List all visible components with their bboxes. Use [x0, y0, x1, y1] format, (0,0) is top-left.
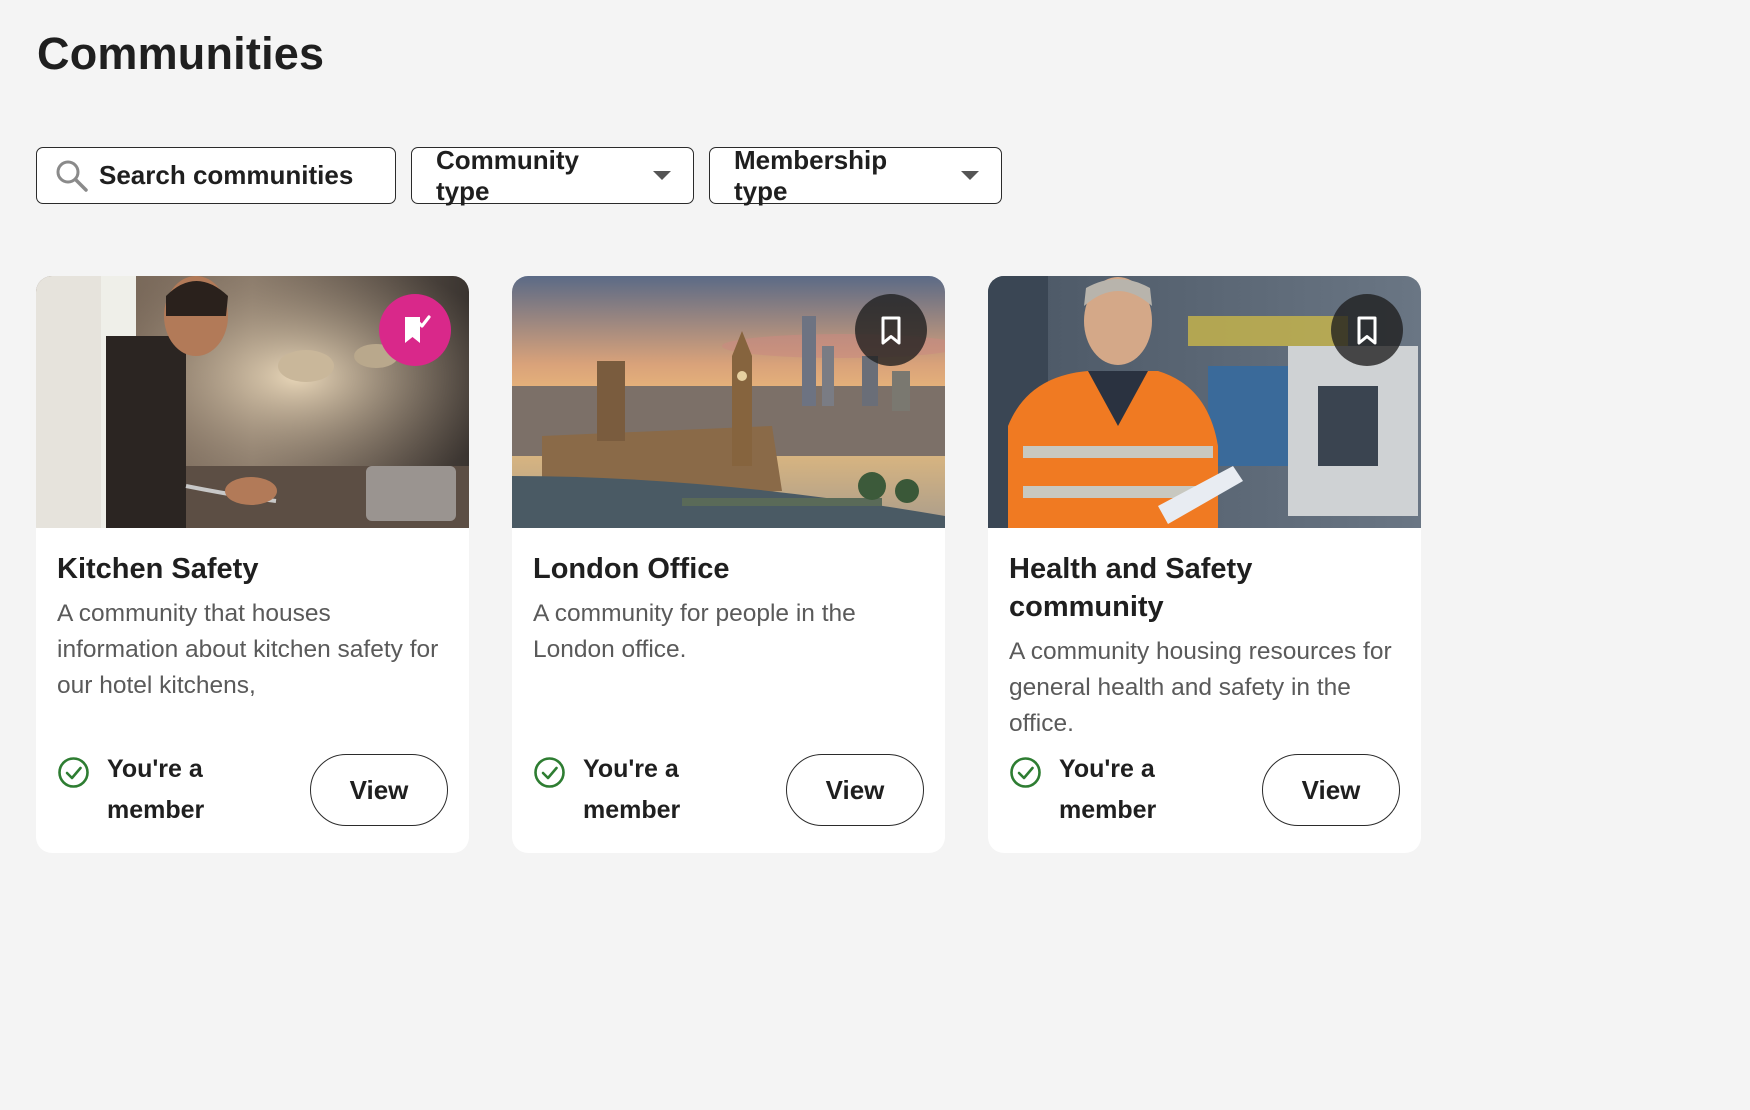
community-image [988, 276, 1421, 528]
view-button[interactable]: View [310, 754, 448, 826]
chevron-down-icon [653, 171, 671, 180]
bookmark-button[interactable] [1331, 294, 1403, 366]
community-card-list: Kitchen Safety A community that houses i… [36, 276, 1421, 853]
community-image [512, 276, 945, 528]
card-description: A community that houses information abou… [57, 600, 439, 699]
membership-type-label: Membership type [734, 144, 888, 206]
membership-status: You're a member [57, 754, 217, 831]
membership-label: You're a member [1059, 755, 1157, 824]
bookmark-button[interactable] [379, 294, 451, 366]
check-circle-icon [1010, 757, 1041, 788]
view-button[interactable]: View [786, 754, 924, 826]
membership-status: You're a member [1009, 754, 1169, 831]
card-title: Kitchen Safety [57, 553, 259, 585]
community-type-dropdown[interactable]: Community type [411, 144, 694, 206]
community-card: Kitchen Safety A community that houses i… [36, 276, 469, 853]
membership-status: You're a member [533, 754, 693, 831]
search-placeholder: Search communities [99, 160, 354, 190]
filter-bar: Search communities Community type Member… [36, 144, 1002, 206]
membership-label: You're a member [583, 755, 681, 824]
bookmark-check-icon [405, 315, 431, 343]
search-input[interactable]: Search communities [36, 147, 396, 204]
page-title: Communities [37, 28, 325, 79]
card-description: A community for people in the London off… [533, 600, 856, 663]
membership-label: You're a member [107, 755, 205, 824]
card-title: London Office [533, 553, 730, 585]
check-circle-icon [534, 757, 565, 788]
card-description: A community housing resources for genera… [1009, 638, 1392, 737]
communities-page: Communities Search communities Community… [0, 0, 1750, 1110]
check-circle-icon [58, 757, 89, 788]
view-button[interactable]: View [1262, 754, 1400, 826]
bookmark-icon [1357, 316, 1377, 345]
community-image [36, 276, 469, 528]
membership-type-dropdown[interactable]: Membership type [709, 144, 1002, 206]
community-card: London Office A community for people in … [512, 276, 945, 853]
bookmark-button[interactable] [855, 294, 927, 366]
bookmark-icon [881, 316, 901, 345]
community-card: Health and Safety community A community … [988, 276, 1421, 853]
card-title: Health and Safety community [1009, 553, 1253, 623]
chevron-down-icon [961, 171, 979, 180]
search-icon [56, 160, 88, 192]
community-type-label: Community type [436, 144, 579, 206]
